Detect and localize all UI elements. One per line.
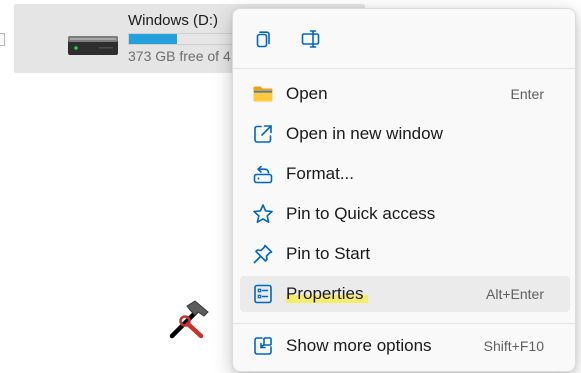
open-new-window-icon — [254, 125, 272, 143]
partial-item-edge — [0, 33, 5, 46]
drive-name: Windows (D:) — [128, 12, 219, 29]
pin-icon — [253, 244, 273, 264]
menu-item-open[interactable]: Open Enter — [240, 76, 570, 112]
menu-item-show-more-options[interactable]: Show more options Shift+F10 — [240, 328, 570, 364]
menu-item-shortcut: Alt+Enter — [486, 286, 544, 302]
hammer-wrench-icon — [169, 300, 209, 339]
menu-item-label: Pin to Start — [286, 244, 371, 263]
menu-item-label: Format... — [286, 164, 355, 183]
menu-separator — [233, 323, 575, 324]
menu-item-pin-to-start[interactable]: Pin to Start — [240, 236, 570, 272]
menu-item-label: Pin to Quick access — [286, 204, 436, 223]
hard-drive-icon — [68, 36, 118, 55]
properties-icon — [254, 284, 272, 304]
menu-item-label: Properties — [286, 284, 364, 303]
menu-item-format[interactable]: Format... — [240, 156, 570, 192]
folder-open-icon — [253, 86, 273, 102]
drive-usage-fill — [129, 34, 177, 44]
rename-button[interactable] — [291, 21, 331, 57]
copy-icon — [256, 31, 270, 48]
menu-item-shortcut: Enter — [510, 86, 544, 102]
menu-item-shortcut: Shift+F10 — [483, 338, 544, 354]
star-icon — [253, 204, 273, 223]
menu-item-pin-to-quick-access[interactable]: Pin to Quick access — [240, 196, 570, 232]
context-menu: Open Enter Open in new window Format... … — [232, 8, 576, 372]
menu-item-label: Show more options — [286, 336, 432, 355]
menu-item-label: Open — [286, 84, 328, 103]
format-icon — [253, 165, 273, 184]
rename-icon — [301, 30, 320, 48]
show-more-options-icon — [254, 337, 272, 355]
menu-item-properties[interactable]: Properties Alt+Enter — [240, 276, 570, 312]
drive-free-space: 373 GB free of 4 — [128, 48, 231, 64]
copy-button[interactable] — [243, 21, 283, 57]
menu-item-label: Open in new window — [286, 124, 443, 143]
menu-item-open-in-new-window[interactable]: Open in new window — [240, 116, 570, 152]
menu-separator — [233, 68, 575, 69]
